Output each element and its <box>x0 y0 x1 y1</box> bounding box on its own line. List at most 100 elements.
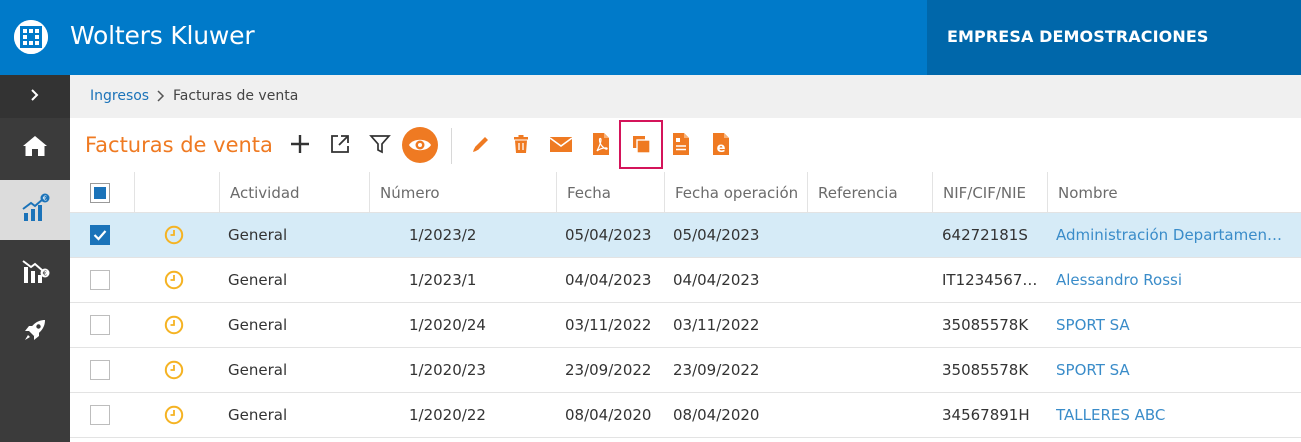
sidebar: € € <box>0 75 70 442</box>
table-row[interactable]: General 1/2023/2 05/04/2023 05/04/2023 64272… <box>70 213 1301 258</box>
sidebar-item-sales[interactable]: € <box>0 180 70 240</box>
chevron-right-icon <box>29 87 41 106</box>
cell-nif: 34567891H <box>942 406 1030 424</box>
cell-nif: IT12345670... <box>942 271 1042 289</box>
app-header: Wolters Kluwer EMPRESA DEMOSTRACIONES <box>0 0 1301 75</box>
cell-fecha: 04/04/2023 <box>565 271 652 289</box>
column-numero[interactable]: Número <box>369 172 556 213</box>
view-button[interactable] <box>402 127 438 167</box>
cell-fecha-operacion: 23/09/2022 <box>673 361 760 379</box>
document-button[interactable] <box>666 131 696 161</box>
company-selector[interactable]: EMPRESA DEMOSTRACIONES <box>927 0 1301 75</box>
delete-button[interactable] <box>506 131 536 161</box>
column-fecha[interactable]: Fecha <box>556 172 664 213</box>
pdf-button[interactable] <box>586 131 616 161</box>
e-invoice-button[interactable]: e <box>706 131 736 161</box>
breadcrumb-link-ingresos[interactable]: Ingresos <box>90 88 149 104</box>
table-row[interactable]: General 1/2020/24 03/11/2022 03/11/2022 3508… <box>70 303 1301 348</box>
cell-nombre[interactable]: Alessandro Rossi <box>1056 258 1286 302</box>
row-checkbox[interactable] <box>90 270 110 290</box>
cell-referencia <box>817 258 927 302</box>
open-button[interactable] <box>325 131 355 161</box>
clock-icon <box>164 360 184 380</box>
cell-fecha-operacion: 05/04/2023 <box>673 226 760 244</box>
trash-icon <box>510 133 532 159</box>
column-nif[interactable]: NIF/CIF/NIE <box>932 172 1047 213</box>
breadcrumb-separator-icon <box>154 87 168 105</box>
cell-nif: 35085578K <box>942 361 1029 379</box>
cell-nombre[interactable]: TALLERES ABC <box>1056 393 1286 437</box>
cell-actividad: General <box>228 226 288 244</box>
cell-fecha-operacion: 03/11/2022 <box>673 316 760 334</box>
column-referencia[interactable]: Referencia <box>807 172 932 213</box>
cell-fecha-operacion: 08/04/2020 <box>673 406 760 424</box>
cell-numero: 1/2020/24 <box>409 316 486 334</box>
row-checkbox[interactable] <box>90 360 110 380</box>
cell-referencia <box>817 213 927 257</box>
sidebar-expand-button[interactable] <box>0 75 70 118</box>
sidebar-item-costs[interactable]: € <box>0 242 70 302</box>
cell-nif: 64272181S <box>942 226 1028 244</box>
cell-nombre[interactable]: SPORT SA <box>1056 303 1286 347</box>
table-row[interactable]: General 1/2023/1 04/04/2023 04/04/2023 IT123… <box>70 258 1301 303</box>
column-actividad[interactable]: Actividad <box>219 172 369 213</box>
cell-nombre[interactable]: Administración Departament... <box>1056 213 1286 257</box>
wolters-kluwer-logo-icon <box>14 20 48 54</box>
svg-text:e: e <box>717 141 726 156</box>
column-nombre[interactable]: Nombre <box>1047 172 1297 213</box>
rocket-icon <box>21 316 49 348</box>
cell-referencia <box>817 393 927 437</box>
document-icon <box>670 132 692 160</box>
open-external-icon <box>329 133 351 159</box>
cell-referencia <box>817 303 927 347</box>
cell-actividad: General <box>228 406 288 424</box>
filter-button[interactable] <box>365 131 395 161</box>
clock-icon <box>164 225 184 245</box>
table-row[interactable]: General 1/2020/22 08/04/2020 08/04/2020 3456… <box>70 393 1301 438</box>
cell-numero: 1/2020/22 <box>409 406 486 424</box>
cell-fecha: 08/04/2020 <box>565 406 652 424</box>
brand-name: Wolters Kluwer <box>70 21 255 50</box>
cell-actividad: General <box>228 271 288 289</box>
duplicate-highlight-box <box>619 120 663 169</box>
cell-fecha: 23/09/2022 <box>565 361 652 379</box>
pencil-icon <box>470 133 492 159</box>
select-all-cell <box>70 172 134 213</box>
cell-nif: 35085578K <box>942 316 1029 334</box>
select-all-checkbox[interactable] <box>90 183 110 203</box>
svg-text:€: € <box>43 270 47 278</box>
cell-fecha-operacion: 04/04/2023 <box>673 271 760 289</box>
cell-nombre[interactable]: SPORT SA <box>1056 348 1286 392</box>
sidebar-item-home[interactable] <box>0 118 70 178</box>
sidebar-item-launch[interactable] <box>0 302 70 362</box>
table-row[interactable]: General 1/2020/23 23/09/2022 23/09/2022 3508… <box>70 348 1301 393</box>
cell-actividad: General <box>228 361 288 379</box>
chart-euro-down-icon: € <box>20 255 50 289</box>
edit-button[interactable] <box>466 131 496 161</box>
clock-icon <box>164 405 184 425</box>
table-header: Actividad Número Fecha Fecha operación R… <box>70 172 1301 213</box>
cell-fecha: 03/11/2022 <box>565 316 652 334</box>
cell-referencia <box>817 348 927 392</box>
row-checkbox[interactable] <box>90 225 110 245</box>
filter-icon <box>369 133 391 159</box>
eye-icon <box>402 127 438 167</box>
clock-icon <box>164 315 184 335</box>
breadcrumb: Ingresos Facturas de venta <box>70 75 1301 118</box>
pdf-icon <box>590 132 612 160</box>
envelope-icon <box>549 133 573 159</box>
cell-numero: 1/2023/2 <box>409 226 477 244</box>
cell-numero: 1/2020/23 <box>409 361 486 379</box>
email-button[interactable] <box>546 131 576 161</box>
page-title: Facturas de venta <box>85 133 273 157</box>
row-checkbox[interactable] <box>90 405 110 425</box>
e-invoice-icon: e <box>710 132 732 160</box>
svg-text:€: € <box>43 195 47 203</box>
column-fecha-operacion[interactable]: Fecha operación <box>664 172 807 213</box>
cell-numero: 1/2023/1 <box>409 271 477 289</box>
row-checkbox[interactable] <box>90 315 110 335</box>
column-status <box>134 172 219 213</box>
cell-fecha: 05/04/2023 <box>565 226 652 244</box>
add-button[interactable] <box>285 131 315 161</box>
chart-euro-up-icon: € <box>20 193 50 227</box>
